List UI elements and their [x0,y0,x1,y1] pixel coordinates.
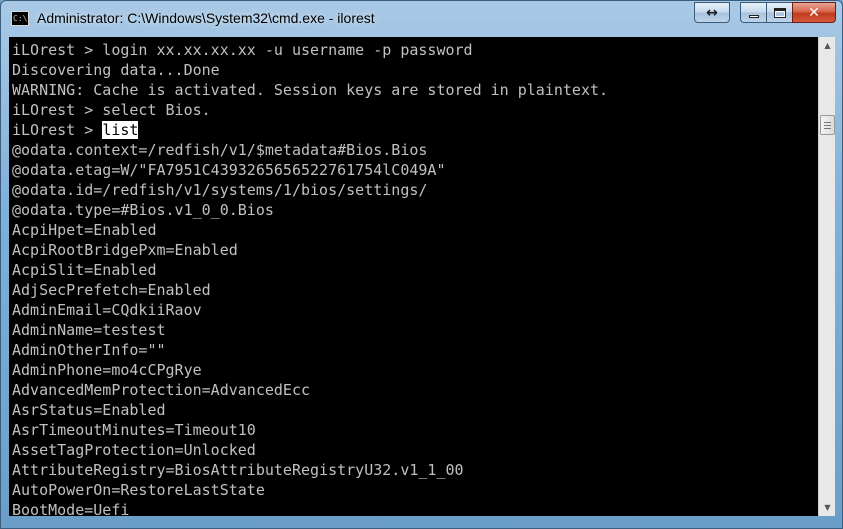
console-line: AdminOtherInfo="" [12,340,812,360]
console-line-text: @odata.context=/redfish/v1/$metadata#Bio… [12,141,428,159]
console-line-text: @odata.etag=W/"FA7951C439326565652276175… [12,161,446,179]
cmd-icon[interactable]: C:\ [11,11,29,26]
console-line-text: AsrStatus=Enabled [12,401,166,419]
console-line: @odata.context=/redfish/v1/$metadata#Bio… [12,140,812,160]
console-line-text: AdjSecPrefetch=Enabled [12,281,211,299]
window-title: Administrator: C:\Windows\System32\cmd.e… [37,10,375,26]
console-line: AdminPhone=mo4cCPgRye [12,360,812,380]
console-line-text: AsrTimeoutMinutes=Timeout10 [12,421,256,439]
console-line-text: AdvancedMemProtection=AdvancedEcc [12,381,311,399]
minimize-button[interactable] [740,2,766,23]
console-line-text: AcpiHpet=Enabled [12,221,157,239]
console-line: iLOrest > login xx.xx.xx.xx -u username … [12,40,812,60]
console-line: WARNING: Cache is activated. Session key… [12,80,812,100]
console-line: @odata.type=#Bios.v1_0_0.Bios [12,200,812,220]
title-bar[interactable]: C:\ Administrator: C:\Windows\System32\c… [1,1,842,37]
console-line-text: iLOrest > select Bios. [12,101,211,119]
console-line-text: @odata.id=/redfish/v1/systems/1/bios/set… [12,181,428,199]
console-line-text: @odata.type=#Bios.v1_0_0.Bios [12,201,274,219]
caption-buttons: ↔ ✕ [694,2,836,24]
console-line: AssetTagProtection=Unlocked [12,440,812,460]
console-line: AcpiHpet=Enabled [12,220,812,240]
console-line-text: AdminOtherInfo="" [12,341,166,359]
console-output[interactable]: iLOrest > login xx.xx.xx.xx -u username … [9,37,835,516]
console-line-text: AdminEmail=CQdkiiRaov [12,301,202,319]
console-line-text: AssetTagProtection=Unlocked [12,441,256,459]
console-line: AdminName=testest [12,320,812,340]
console-line: AcpiSlit=Enabled [12,260,812,280]
console-line: AcpiRootBridgePxm=Enabled [12,240,812,260]
resize-button[interactable]: ↔ [694,2,730,23]
console-line: @odata.etag=W/"FA7951C439326565652276175… [12,160,812,180]
cmd-window: C:\ Administrator: C:\Windows\System32\c… [0,0,843,529]
grip-line [824,124,831,126]
console-line-text: WARNING: Cache is activated. Session key… [12,81,609,99]
console-line: Discovering data...Done [12,60,812,80]
minimize-icon [748,15,759,18]
console-line: AdminEmail=CQdkiiRaov [12,300,812,320]
console-line: AdjSecPrefetch=Enabled [12,280,812,300]
console-line: iLOrest > select Bios. [12,100,812,120]
maximize-icon [773,7,786,18]
vertical-scrollbar[interactable]: ▲ ▼ [818,37,835,516]
console-line-text: AutoPowerOn=RestoreLastState [12,481,265,499]
console-line-text: AttributeRegistry=BiosAttributeRegistryU… [12,461,464,479]
selected-text: list [102,121,139,139]
close-button[interactable]: ✕ [792,2,836,23]
scrollbar-thumb[interactable] [820,115,835,135]
console-line-text: AcpiSlit=Enabled [12,261,157,279]
console-line: AsrTimeoutMinutes=Timeout10 [12,420,812,440]
console-lines: iLOrest > login xx.xx.xx.xx -u username … [12,40,812,516]
scroll-down-arrow-icon[interactable]: ▼ [819,499,835,516]
grip-line [824,127,831,129]
console-line: iLOrest > list [12,120,812,140]
console-line: BootMode=Uefi [12,500,812,516]
console-line-text: BootMode=Uefi [12,501,130,516]
console-line-text: iLOrest > login xx.xx.xx.xx -u username … [12,41,473,59]
console-line-text: AdminPhone=mo4cCPgRye [12,361,202,379]
console-line-text: AcpiRootBridgePxm=Enabled [12,241,238,259]
console-line-text: iLOrest > [12,121,103,139]
console-line: @odata.id=/redfish/v1/systems/1/bios/set… [12,180,812,200]
console-line: AdvancedMemProtection=AdvancedEcc [12,380,812,400]
grip-line [824,121,831,123]
scroll-up-arrow-icon[interactable]: ▲ [819,37,835,54]
console-line: AsrStatus=Enabled [12,400,812,420]
console-line: AttributeRegistry=BiosAttributeRegistryU… [12,460,812,480]
console-line-text: Discovering data...Done [12,61,220,79]
maximize-button[interactable] [766,2,792,23]
console-line: AutoPowerOn=RestoreLastState [12,480,812,500]
console-line-text: AdminName=testest [12,321,166,339]
